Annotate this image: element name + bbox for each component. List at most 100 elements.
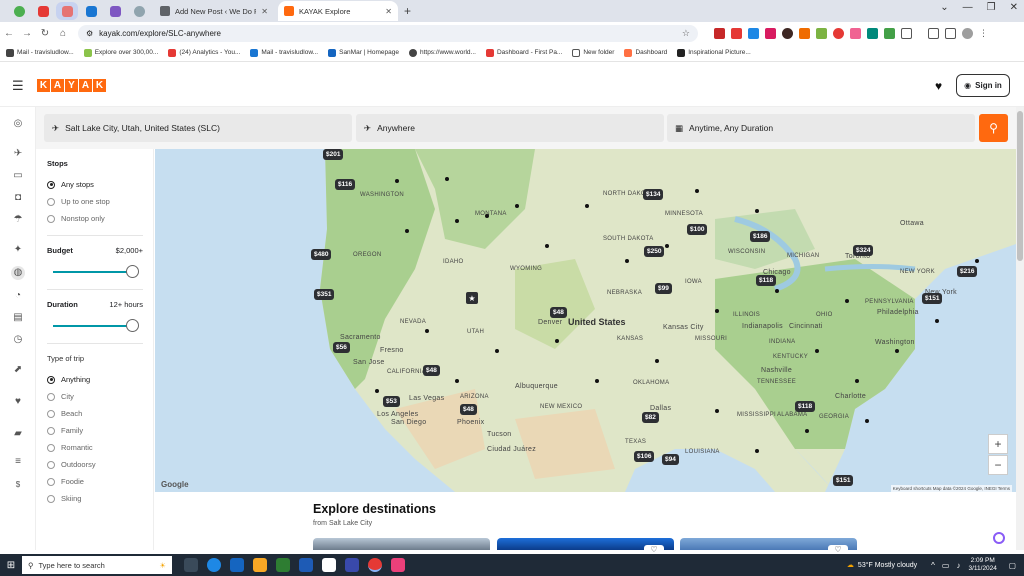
price-pin[interactable]: $250	[644, 246, 665, 257]
destination-dot[interactable]	[935, 319, 939, 323]
extension-icon[interactable]	[731, 27, 742, 39]
zoom-out-button[interactable]: −	[988, 455, 1008, 475]
app-icon[interactable]	[345, 558, 359, 572]
zoom-in-button[interactable]: +	[988, 434, 1008, 454]
bookmark-item[interactable]: Dashboard - First Pa...	[485, 48, 562, 57]
forward-arrow-icon[interactable]: →	[18, 28, 36, 39]
trip-type-option[interactable]: Foodie	[47, 473, 143, 490]
price-pin[interactable]: $99	[655, 283, 672, 294]
reload-icon[interactable]: ↻	[36, 28, 54, 39]
destination-dot[interactable]	[975, 259, 979, 263]
destination-dot[interactable]	[715, 409, 719, 413]
puzzle-icon[interactable]	[901, 27, 912, 39]
origin-field[interactable]: ✈ Salt Lake City, Utah, United States (S…	[44, 114, 352, 142]
destination-dot[interactable]	[845, 299, 849, 303]
map-attribution[interactable]: Keyboard shortcuts Map data ©2024 Google…	[890, 485, 1012, 492]
destination-dot[interactable]	[755, 209, 759, 213]
cars-icon[interactable]: ◘	[11, 191, 25, 205]
business-icon[interactable]: ▰	[11, 427, 25, 441]
saved-trips-heart-icon[interactable]: ♥	[935, 79, 942, 93]
tab-add-new-post[interactable]: Add New Post ‹ We Do Points — ✕	[154, 1, 274, 21]
chevron-down-icon[interactable]: ⌄	[940, 2, 948, 13]
excel-icon[interactable]	[276, 558, 290, 572]
destination-dot[interactable]	[545, 244, 549, 248]
search-button[interactable]: ⚲	[979, 114, 1008, 142]
destination-dot[interactable]	[855, 379, 859, 383]
weather-widget[interactable]: ☁ 53°F Mostly cloudy	[847, 561, 917, 570]
pinned-tab[interactable]	[56, 2, 78, 20]
radio-button[interactable]	[47, 197, 55, 206]
bookmark-item[interactable]: (24) Analytics - You...	[168, 48, 240, 57]
extension-icon[interactable]	[714, 27, 725, 39]
destination-dot[interactable]	[755, 449, 759, 453]
ai-mode-icon[interactable]: ✦	[11, 243, 25, 257]
trip-type-option[interactable]: Anything	[47, 371, 143, 388]
scrollbar-thumb[interactable]	[1017, 111, 1023, 261]
avatar[interactable]	[962, 27, 973, 39]
destination-dot[interactable]	[655, 359, 659, 363]
explore-globe-icon[interactable]: ◍	[11, 266, 25, 280]
price-pin[interactable]: $94	[662, 454, 679, 465]
destination-dot[interactable]	[395, 179, 399, 183]
pinned-tab[interactable]	[128, 2, 150, 20]
trip-type-option[interactable]: Skiing	[47, 490, 143, 507]
us-flag-icon[interactable]: ≡	[11, 455, 25, 469]
trips-icon[interactable]: ▤	[11, 311, 25, 325]
download-icon[interactable]	[928, 27, 939, 39]
trip-type-option[interactable]: City	[47, 388, 143, 405]
explore-map[interactable]: WASHINGTON OREGON IDAHO NEVADA UTAH WYOM…	[155, 149, 1016, 492]
trip-type-option[interactable]: Outdoorsy	[47, 456, 143, 473]
account-icon[interactable]: ◎	[11, 117, 25, 131]
radio-button[interactable]	[47, 426, 55, 435]
edge-icon[interactable]	[207, 558, 221, 572]
pinned-tab[interactable]	[80, 2, 102, 20]
price-alerts-icon[interactable]: ⬈	[11, 363, 25, 377]
destination-dot[interactable]	[625, 259, 629, 263]
radio-button[interactable]	[47, 443, 55, 452]
destination-dot[interactable]	[455, 379, 459, 383]
volume-icon[interactable]: ♪	[956, 561, 960, 570]
budget-slider[interactable]	[53, 263, 143, 281]
destination-dot[interactable]	[405, 229, 409, 233]
new-tab-button[interactable]: +	[404, 4, 411, 18]
destination-dot[interactable]	[865, 419, 869, 423]
stops-option[interactable]: Any stops	[47, 176, 143, 193]
direct-icon[interactable]: ◔	[11, 289, 25, 303]
network-icon[interactable]: ▭	[942, 561, 950, 570]
sign-in-button[interactable]: ◉ Sign in	[956, 74, 1010, 97]
slider-handle[interactable]	[126, 265, 139, 278]
pinned-tab[interactable]	[8, 2, 30, 20]
radio-button[interactable]	[47, 214, 55, 223]
extension-icon[interactable]	[782, 27, 793, 39]
destination-dot[interactable]	[485, 214, 489, 218]
restore-icon[interactable]: ❐	[987, 2, 996, 13]
notification-icon[interactable]: ▢	[1009, 561, 1016, 570]
minimize-icon[interactable]: —	[963, 2, 973, 13]
price-pin[interactable]: $151	[922, 293, 943, 304]
extension-icon[interactable]	[850, 27, 861, 39]
bookmark-item[interactable]: SanMar | Homepage	[328, 48, 399, 57]
task-view-icon[interactable]	[184, 558, 198, 572]
destination-dot[interactable]	[595, 379, 599, 383]
destination-dot[interactable]	[895, 349, 899, 353]
slider-handle[interactable]	[126, 319, 139, 332]
origin-star-icon[interactable]: ★	[466, 292, 478, 304]
destination-dot[interactable]	[585, 204, 589, 208]
destination-dot[interactable]	[555, 339, 559, 343]
bookmark-item[interactable]: Mail - travisludlow...	[6, 48, 74, 57]
price-pin[interactable]: $116	[335, 179, 356, 190]
kayak-logo[interactable]: K A Y A K	[37, 79, 106, 92]
radio-button[interactable]	[47, 392, 55, 401]
price-pin[interactable]: $48	[423, 365, 440, 376]
extension-icon[interactable]	[765, 27, 776, 39]
chat-assistant-icon[interactable]	[993, 532, 1005, 544]
url-input[interactable]: ⚙ kayak.com/explore/SLC-anywhere ☆	[78, 24, 698, 42]
chevron-up-icon[interactable]: ^	[931, 561, 935, 570]
destination-dot[interactable]	[455, 219, 459, 223]
radio-button[interactable]	[47, 180, 55, 189]
trip-type-option[interactable]: Beach	[47, 405, 143, 422]
word-icon[interactable]	[299, 558, 313, 572]
snipping-tool-icon[interactable]	[322, 558, 336, 572]
radio-button[interactable]	[47, 460, 55, 469]
extension-icon[interactable]	[884, 27, 895, 39]
